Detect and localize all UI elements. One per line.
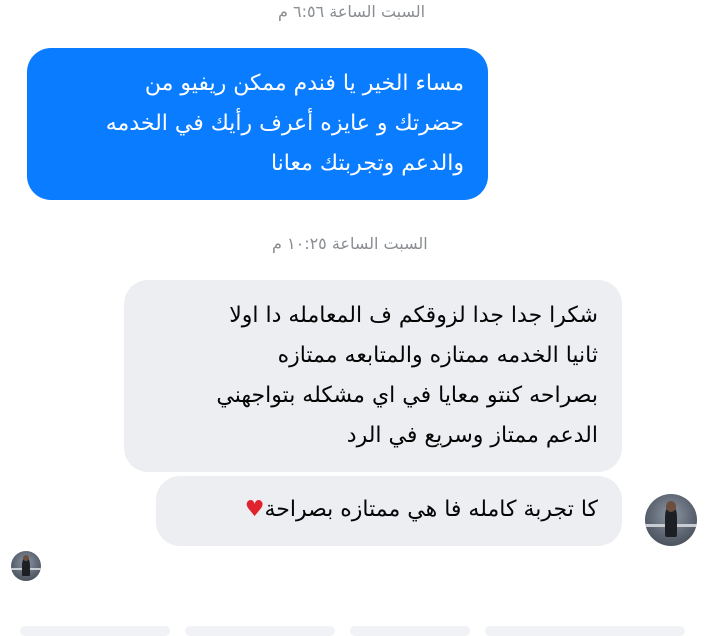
contact-avatar[interactable] [645, 494, 697, 546]
avatar-head [665, 501, 677, 512]
timestamp-second: السبت الساعة ١٠:٢٥ م [272, 234, 428, 253]
outgoing-message-bubble[interactable]: مساء الخير يا فندم ممكن ريفيو من حضرتك و… [27, 48, 488, 200]
incoming-message-bubble-last[interactable]: كا تجربة كامله فا هي ممتازه بصراحة♥ [156, 476, 622, 546]
message-line: الدعم ممتاز وسريع في الرد [346, 423, 598, 448]
message-line: كا تجربة كامله فا هي ممتازه بصراحة♥ [156, 490, 598, 530]
message-text: كا تجربة كامله فا هي ممتازه بصراحة [264, 497, 598, 522]
message-line: بصراحه كنتو معايا في اي مشكله بتواجهني [216, 383, 598, 408]
quick-reply-chip[interactable] [350, 626, 470, 636]
message-line: ثانيا الخدمه ممتازه والمتابعه ممتازه [277, 343, 598, 368]
red-heart-icon: ♥ [244, 497, 265, 522]
message-line: والدعم وتجربتك معانا [270, 151, 464, 176]
message-line: شكرا جدا جدا لزوقكم ف المعامله دا اولا [229, 303, 598, 328]
quick-reply-chip[interactable] [20, 626, 170, 636]
quick-reply-chip[interactable] [185, 626, 335, 636]
message-line: مساء الخير يا فندم ممكن ريفيو من [144, 71, 464, 96]
quick-reply-chip[interactable] [485, 626, 685, 636]
message-line: حضرتك و عايزه أعرف رأيك في الخدمه [105, 111, 464, 136]
incoming-message-bubble[interactable]: شكرا جدا جدا لزوقكم ف المعامله دا اولا ث… [124, 280, 622, 472]
timestamp-first: السبت الساعة ٦:٥٦ م [278, 2, 426, 21]
seen-avatar-icon [11, 551, 41, 581]
